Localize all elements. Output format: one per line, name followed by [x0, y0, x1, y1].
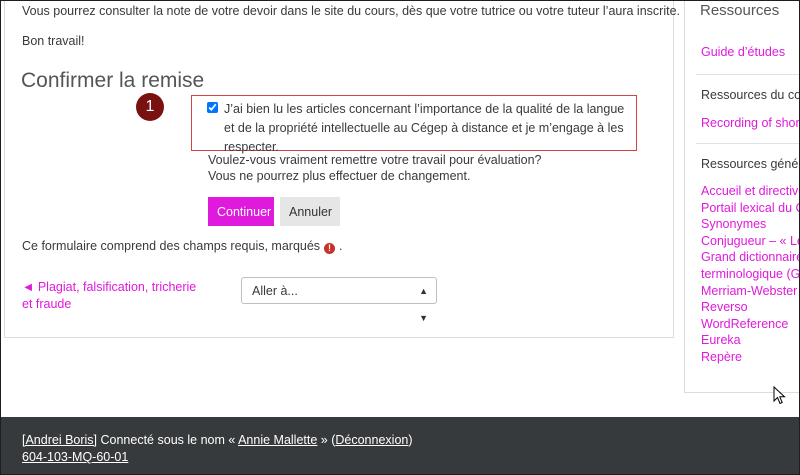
no-change-warning: Vous ne pourrez plus effectuer de change… [208, 169, 471, 183]
select-arrows-icon: ▲ ▼ [419, 286, 428, 323]
general-resource-link[interactable]: Repère [701, 349, 799, 366]
general-resource-link[interactable]: Grand dictionnaire [701, 249, 799, 266]
general-resources-heading: Ressources générale [701, 157, 799, 171]
required-fields-note: Ce formulaire comprend des champs requis… [22, 238, 343, 255]
sidebar-divider [696, 143, 799, 144]
confirm-question: Voulez-vous vraiment remettre votre trav… [208, 153, 542, 167]
general-resource-link[interactable]: terminologique (GD [701, 266, 799, 283]
required-note-text: Ce formulaire comprend des champs requis… [22, 239, 321, 253]
paren-open-text: » ( [317, 433, 336, 447]
general-resource-link[interactable]: Merriam-Webster [701, 283, 799, 300]
course-code-link[interactable]: 604-103-MQ-60-01 [22, 450, 128, 464]
section-title: Confirmer la remise [21, 69, 205, 92]
user-name-link[interactable]: Annie Mallette [238, 433, 317, 447]
page-footer: [Andrei Boris] Connecté sous le nom « An… [1, 417, 799, 474]
confirm-statement-box: J’ai bien lu les articles concernant l’i… [191, 95, 637, 154]
sidebar-title: Ressources [700, 2, 780, 19]
required-note-end: . [339, 239, 343, 253]
jump-to-select[interactable]: Aller à... ▲ ▼ [241, 277, 437, 323]
confirm-checkbox[interactable] [207, 102, 218, 113]
previous-activity-link[interactable]: ◄ Plagiat, falsification, tricherie et f… [22, 279, 197, 313]
resources-sidebar: Ressources Guide d’études Ressources du … [684, 1, 800, 393]
real-user-link[interactable]: [Andrei Boris] [22, 433, 97, 447]
course-code-text: 604-103-MQ-60-01 [22, 450, 129, 464]
general-resource-link[interactable]: Portail lexical du CN [701, 200, 799, 217]
confirm-statement-label: J’ai bien lu les articles concernant l’i… [224, 102, 625, 154]
course-resources-heading: Ressources du cours [701, 88, 800, 102]
general-resource-link[interactable]: Eureka [701, 332, 799, 349]
general-resource-link[interactable]: WordReference [701, 316, 799, 333]
general-resource-link[interactable]: Reverso [701, 299, 799, 316]
good-luck-text: Bon travail! [22, 34, 85, 48]
paren-close-text: ) [408, 433, 413, 447]
general-resource-link[interactable]: Synonymes [701, 216, 799, 233]
continue-button[interactable]: Continuer [208, 197, 274, 226]
connected-as-text: Connecté sous le nom « [97, 433, 239, 447]
general-resource-link[interactable]: Conjugueur – « Le P [701, 233, 799, 250]
login-info: [Andrei Boris] Connecté sous le nom « An… [22, 433, 413, 447]
mouse-cursor-icon [773, 386, 786, 405]
general-resource-link[interactable]: Accueil et directives [701, 183, 799, 200]
required-icon: ! [324, 243, 336, 254]
course-resource-link[interactable]: Recording of short p [701, 116, 799, 130]
main-content: Vous pourrez consulter la note de votre … [4, 1, 680, 338]
general-resources-list: Accueil et directives Portail lexical du… [701, 183, 799, 366]
jump-to-value: Aller à... [252, 284, 298, 298]
sidebar-divider [696, 74, 799, 75]
step-marker-badge: 1 [136, 93, 164, 121]
intro-text: Vous pourrez consulter la note de votre … [22, 4, 680, 18]
cancel-button[interactable]: Annuler [280, 197, 340, 226]
study-guide-link[interactable]: Guide d’études [701, 45, 785, 59]
screenshot-frame: Vous pourrez consulter la note de votre … [0, 0, 800, 475]
logout-link[interactable]: Déconnexion [335, 433, 408, 447]
